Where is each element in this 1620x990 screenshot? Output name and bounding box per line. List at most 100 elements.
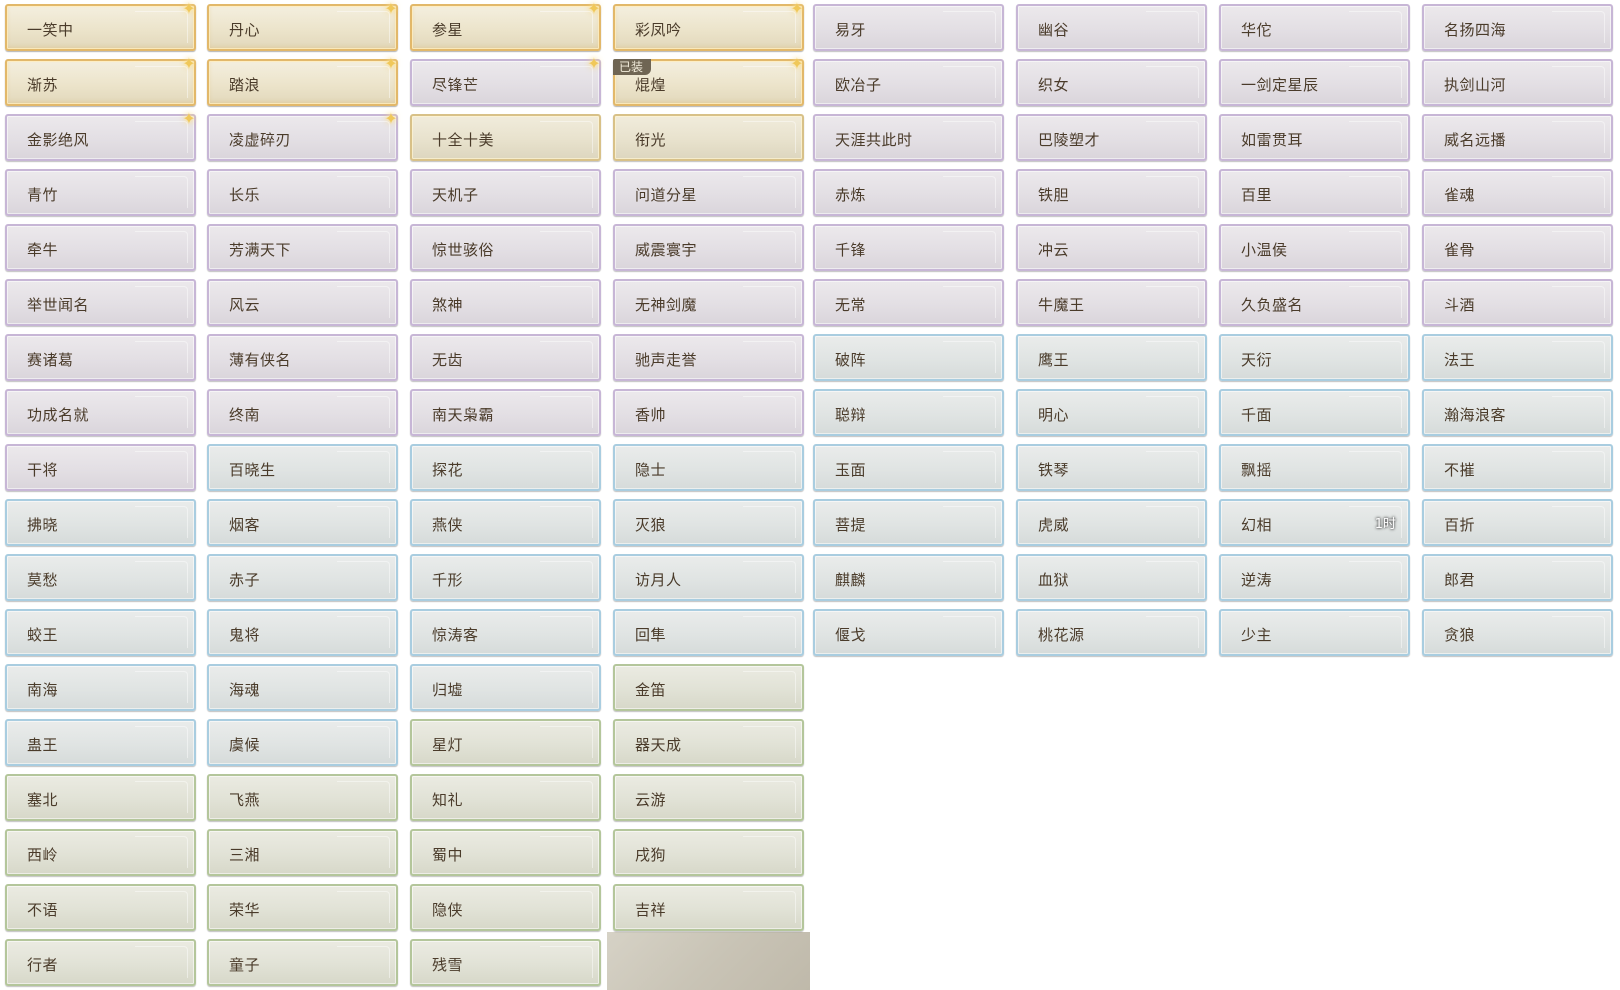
- title-card[interactable]: 终南: [207, 389, 398, 436]
- title-card[interactable]: 南天枭霸: [410, 389, 601, 436]
- title-card[interactable]: 行者: [5, 939, 196, 986]
- title-card[interactable]: 雀骨: [1422, 224, 1613, 271]
- title-card[interactable]: 鬼将: [207, 609, 398, 656]
- title-card[interactable]: 隐士: [613, 444, 804, 491]
- title-card[interactable]: 冲云: [1016, 224, 1207, 271]
- title-card[interactable]: 一剑定星辰: [1219, 59, 1410, 106]
- title-card[interactable]: 小温侯: [1219, 224, 1410, 271]
- title-card[interactable]: 破阵: [813, 334, 1004, 381]
- title-card[interactable]: 灭狼: [613, 499, 804, 546]
- title-card[interactable]: 拂晓: [5, 499, 196, 546]
- title-card[interactable]: 金笛: [613, 664, 804, 711]
- title-card[interactable]: 渐苏 ✦: [5, 56, 196, 106]
- title-card[interactable]: 海魂: [207, 664, 398, 711]
- title-card[interactable]: 知礼: [410, 774, 601, 821]
- title-card[interactable]: 踏浪 ✦: [207, 56, 398, 106]
- title-card[interactable]: 探花: [410, 444, 601, 491]
- title-card[interactable]: 干将: [5, 444, 196, 491]
- title-card[interactable]: 蜀中: [410, 829, 601, 876]
- title-card[interactable]: 铁琴: [1016, 444, 1207, 491]
- title-card[interactable]: 衔光: [613, 114, 804, 161]
- title-card[interactable]: 煞神: [410, 279, 601, 326]
- title-card[interactable]: 无常: [813, 279, 1004, 326]
- title-card[interactable]: 血狱: [1016, 554, 1207, 601]
- title-card[interactable]: 不摧: [1422, 444, 1613, 491]
- title-card[interactable]: 牛魔王: [1016, 279, 1207, 326]
- title-card[interactable]: 莫愁: [5, 554, 196, 601]
- title-card[interactable]: 西岭: [5, 829, 196, 876]
- title-card[interactable]: 不语: [5, 884, 196, 931]
- title-card[interactable]: 塞北: [5, 774, 196, 821]
- title-card[interactable]: 残雪: [410, 939, 601, 986]
- title-card[interactable]: 驰声走誉: [613, 334, 804, 381]
- title-card[interactable]: 虎威: [1016, 499, 1207, 546]
- title-card[interactable]: 百晓生: [207, 444, 398, 491]
- title-card[interactable]: 南海: [5, 664, 196, 711]
- title-card[interactable]: 织女: [1016, 59, 1207, 106]
- title-card[interactable]: 郎君: [1422, 554, 1613, 601]
- title-card[interactable]: 举世闻名: [5, 279, 196, 326]
- title-card[interactable]: 赤炼: [813, 169, 1004, 216]
- title-card[interactable]: 雀魂: [1422, 169, 1613, 216]
- title-card[interactable]: 瀚海浪客: [1422, 389, 1613, 436]
- title-card[interactable]: 彩凤吟 ✦: [613, 1, 804, 51]
- title-card[interactable]: 薄有侠名: [207, 334, 398, 381]
- title-card[interactable]: 牵牛: [5, 224, 196, 271]
- title-card[interactable]: 法王: [1422, 334, 1613, 381]
- title-card[interactable]: 飘摇: [1219, 444, 1410, 491]
- title-card[interactable]: 易牙: [813, 4, 1004, 51]
- title-card[interactable]: 丹心 ✦: [207, 1, 398, 51]
- title-card[interactable]: 无齿: [410, 334, 601, 381]
- title-card[interactable]: 问道分星: [613, 169, 804, 216]
- title-card[interactable]: 如雷贯耳: [1219, 114, 1410, 161]
- title-card[interactable]: 参星 ✦: [410, 1, 601, 51]
- title-card[interactable]: 桃花源: [1016, 609, 1207, 656]
- title-card[interactable]: 幻相 1时: [1219, 499, 1410, 546]
- title-card[interactable]: 十全十美: [410, 114, 601, 161]
- title-card[interactable]: 吉祥: [613, 884, 804, 931]
- title-card[interactable]: 一笑中 ✦: [5, 1, 196, 51]
- title-card[interactable]: 无神剑魔: [613, 279, 804, 326]
- title-card[interactable]: 童子: [207, 939, 398, 986]
- title-card[interactable]: 戌狗: [613, 829, 804, 876]
- title-card[interactable]: 长乐: [207, 169, 398, 216]
- title-card[interactable]: 偃戈: [813, 609, 1004, 656]
- title-card[interactable]: 蛟王: [5, 609, 196, 656]
- title-card[interactable]: 凌虚碎刃 ✦: [207, 111, 398, 161]
- title-card[interactable]: 执剑山河: [1422, 59, 1613, 106]
- title-card[interactable]: 明心: [1016, 389, 1207, 436]
- title-card[interactable]: 飞燕: [207, 774, 398, 821]
- title-card[interactable]: 幽谷: [1016, 4, 1207, 51]
- title-card[interactable]: 天涯共此时: [813, 114, 1004, 161]
- title-card[interactable]: 千面: [1219, 389, 1410, 436]
- title-card[interactable]: 烟客: [207, 499, 398, 546]
- title-card[interactable]: 百折: [1422, 499, 1613, 546]
- title-card[interactable]: 蛊王: [5, 719, 196, 766]
- title-card[interactable]: 华佗: [1219, 4, 1410, 51]
- title-card[interactable]: 焜煌 ✦ 已装: [613, 56, 804, 106]
- title-card[interactable]: 玉面: [813, 444, 1004, 491]
- title-card[interactable]: 千锋: [813, 224, 1004, 271]
- title-card[interactable]: 麒麟: [813, 554, 1004, 601]
- title-card[interactable]: 星灯: [410, 719, 601, 766]
- title-card[interactable]: 菩提: [813, 499, 1004, 546]
- title-card[interactable]: 器天成: [613, 719, 804, 766]
- title-card[interactable]: 赛诸葛: [5, 334, 196, 381]
- title-card[interactable]: 云游: [613, 774, 804, 821]
- title-card[interactable]: 尽锋芒 ✦: [410, 56, 601, 106]
- title-card[interactable]: 千形: [410, 554, 601, 601]
- title-card[interactable]: 归墟: [410, 664, 601, 711]
- title-card[interactable]: 访月人: [613, 554, 804, 601]
- title-card[interactable]: 三湘: [207, 829, 398, 876]
- title-card[interactable]: 芳满天下: [207, 224, 398, 271]
- title-card[interactable]: 隐侠: [410, 884, 601, 931]
- title-card[interactable]: 燕侠: [410, 499, 601, 546]
- title-card[interactable]: 荣华: [207, 884, 398, 931]
- title-card[interactable]: 欧冶子: [813, 59, 1004, 106]
- title-card[interactable]: 赤子: [207, 554, 398, 601]
- title-card[interactable]: 功成名就: [5, 389, 196, 436]
- title-card[interactable]: 惊世骇俗: [410, 224, 601, 271]
- title-card[interactable]: 天机子: [410, 169, 601, 216]
- title-card[interactable]: 威名远播: [1422, 114, 1613, 161]
- title-card[interactable]: 百里: [1219, 169, 1410, 216]
